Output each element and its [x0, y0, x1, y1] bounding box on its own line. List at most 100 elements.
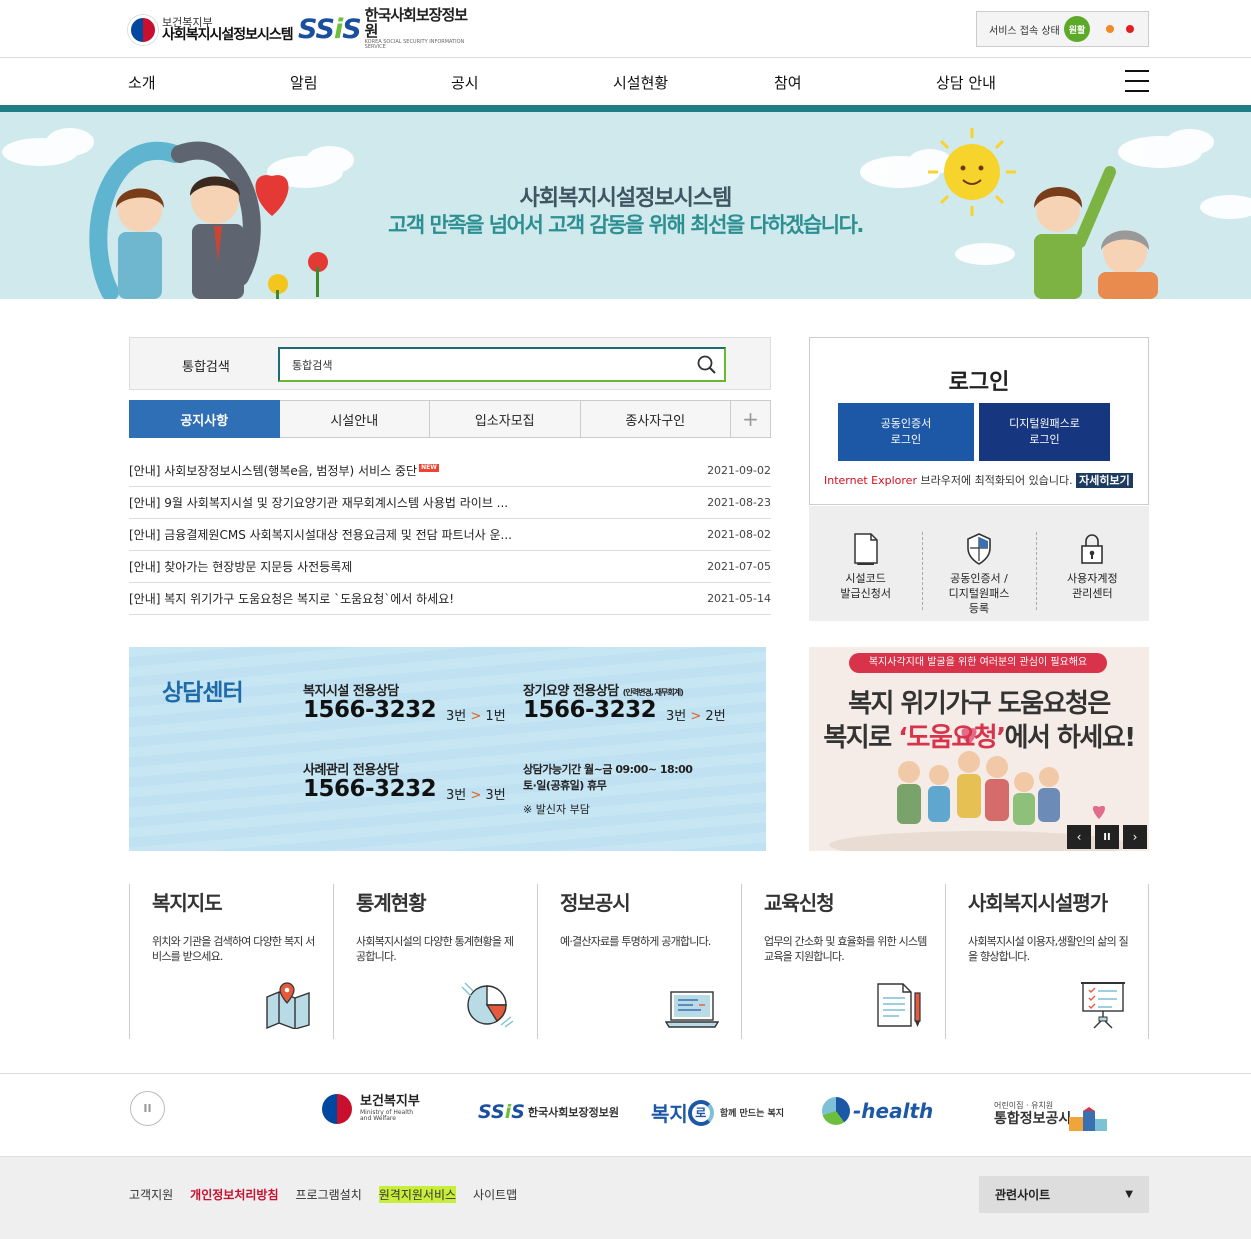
partner-pause-icon[interactable]: II — [130, 1091, 165, 1126]
ssis-logo-english: KOREA SOCIAL SECURITY INFORMATION SERVIC… — [364, 38, 465, 50]
browser-more-button[interactable]: 자세히보기 — [1076, 473, 1133, 488]
notice-title: [안내] 복지 위기가구 도움요청은 복지로 `도움요청`에서 하세요! — [129, 592, 455, 606]
counseling-center: 상담센터 복지시설 전용상담 1566-3232 3번 > 1번 장기요양 전용… — [129, 647, 766, 851]
partner-links: II 보건복지부 Ministry of Health and Welfare … — [0, 1073, 1251, 1156]
partner-ssis[interactable]: SSiS 한국사회보장정보원 — [478, 1101, 619, 1123]
browser-name: Internet Explorer — [824, 474, 917, 487]
pie-chart-icon — [461, 982, 514, 1028]
card-welfare-map[interactable]: 복지지도 위치와 기관을 검색하여 다양한 복지 서비스를 받으세요. — [129, 884, 333, 1039]
card-title: 통계현황 — [356, 891, 427, 915]
welfare-counsel-number[interactable]: 1566-3232 — [303, 697, 437, 723]
partner-bokjiro-sub: 함께 만드는 복지 — [719, 1109, 785, 1119]
quick-label-line2: 디지털원패스 — [948, 586, 1010, 600]
nav-participation[interactable]: 참여 — [774, 72, 802, 93]
banner-title: 사회복지시설정보시스템 — [519, 186, 733, 211]
nav-facility-status[interactable]: 시설현황 — [613, 72, 668, 93]
ssis-logo[interactable]: SSiS 한국사회보장정보원 KOREA SOCIAL SECURITY INF… — [298, 7, 473, 49]
promo-prev-icon[interactable]: ‹ — [1067, 825, 1091, 849]
map-icon — [266, 982, 310, 1029]
list-item[interactable]: [안내] 찾아가는 현장방문 지문등 사전등록제 2021-07-05 — [129, 551, 771, 583]
partner-childcare[interactable]: 어린이집 · 유치원 통합정보공시 — [994, 1097, 1111, 1133]
certificate-login-button[interactable]: 공동인증서 로그인 — [838, 403, 974, 461]
promo-next-icon[interactable]: › — [1123, 825, 1147, 849]
tab-facility-info[interactable]: 시설안내 — [279, 400, 430, 438]
lock-icon — [1081, 534, 1104, 564]
footer-link-remote-support[interactable]: 원격지원서비스 — [378, 1186, 457, 1203]
search-label: 통합검색 — [182, 360, 230, 375]
service-status-label: 서비스 접속 상태 — [989, 25, 1060, 37]
search-input[interactable] — [278, 347, 726, 382]
quick-facility-code[interactable]: 시설코드 발급신청서 — [809, 506, 922, 621]
search-icon[interactable] — [696, 354, 718, 376]
notice-date: 2021-07-05 — [707, 560, 771, 573]
ltc-label-small: (인력변경, 재무회계) — [622, 688, 684, 697]
certificate-login-line1: 공동인증서 — [880, 416, 932, 430]
tab-resident-recruit[interactable]: 입소자모집 — [430, 400, 581, 438]
hamburger-menu-icon[interactable] — [1125, 70, 1149, 92]
promo-pill: 복지사각지대 발굴을 위한 여러분의 관심이 필요해요 — [849, 653, 1107, 673]
card-disclosure[interactable]: 정보공시 예·결산자료를 투명하게 공개합니다. — [537, 884, 741, 1039]
notice-date: 2021-08-02 — [707, 528, 771, 541]
quick-account-center[interactable]: 사용자계정 관리센터 — [1035, 506, 1149, 621]
partner-ssis-mark-b: S — [511, 1101, 525, 1123]
list-item[interactable]: [안내] 복지 위기가구 도움요청은 복지로 `도움요청`에서 하세요! 202… — [129, 583, 771, 615]
shield-icon — [967, 533, 991, 565]
notice-date: 2021-08-23 — [707, 496, 771, 509]
promo-line2-a: 복지로 — [823, 723, 899, 753]
taegeuk-icon — [322, 1094, 352, 1124]
partner-ehealth[interactable]: -health — [822, 1097, 933, 1125]
nav-intro[interactable]: 소개 — [128, 72, 156, 93]
document-pen-icon — [877, 983, 921, 1027]
digital-onepass-login-button[interactable]: 디지털원패스로 로그인 — [979, 403, 1110, 461]
card-description: 예·결산자료를 투명하게 공개합니다. — [560, 935, 711, 948]
card-facility-evaluation[interactable]: 사회복지시설평가 사회복지시설 이용자,생활인의 삶의 질을 향상합니다. — [945, 884, 1149, 1039]
banner-subtitle: 고객 만족을 넘어서 고객 감동을 위해 최선을 다하겠습니다. — [388, 213, 864, 237]
card-statistics[interactable]: 통계현황 사회복지시설의 다양한 통계현황을 제공합니다. — [333, 884, 537, 1039]
mohw-logo[interactable]: 보건복지부 사회복지시설정보시스템 — [128, 12, 294, 48]
promo-line2: 복지로 ‘도움요청’에서 하세요! — [809, 717, 1149, 754]
footer-link-support[interactable]: 고객지원 — [129, 1186, 173, 1203]
card-education[interactable]: 교육신청 업무의 간소화 및 효율화를 위한 시스템 교육을 지원합니다. — [741, 884, 945, 1039]
more-plus-icon[interactable]: + — [731, 400, 771, 438]
card-description: 사회복지시설의 다양한 통계현황을 제공합니다. — [356, 935, 514, 964]
list-item[interactable]: [안내] 사회보장정보시스템(행복e음, 범정부) 서비스 중단 NEW 2021… — [129, 455, 771, 487]
partner-mohw[interactable]: 보건복지부 Ministry of Health and Welfare — [322, 1094, 420, 1124]
quick-label-line1: 사용자계정 — [1067, 572, 1118, 585]
tab-notice[interactable]: 공지사항 — [129, 400, 280, 438]
integrated-search: 통합검색 — [129, 337, 771, 390]
welfare-counsel-extension: 3번 > 1번 — [446, 705, 506, 724]
related-sites-select[interactable]: 관련사이트 ▼ — [979, 1176, 1149, 1213]
card-description: 위치와 기관을 검색하여 다양한 복지 서비스를 받으세요. — [152, 935, 315, 964]
ltc-counsel-extension: 3번 > 2번 — [666, 705, 726, 724]
footer-link-privacy[interactable]: 개인정보처리방침 — [190, 1186, 278, 1203]
nav-consulting[interactable]: 상담 안내 — [936, 72, 996, 93]
notice-title: [안내] 9월 사회복지시설 및 장기요양기관 재무회계시스템 사용법 라이브 … — [129, 496, 509, 510]
footer-link-program-install[interactable]: 프로그램설치 — [296, 1186, 362, 1203]
promo-pause-icon[interactable]: II — [1095, 825, 1119, 849]
footer-link-sitemap[interactable]: 사이트맵 — [473, 1186, 517, 1203]
list-item[interactable]: [안내] 금융결제원CMS 사회복지시설대상 전용요금제 및 전담 파트너사 운… — [129, 519, 771, 551]
case-counsel-number[interactable]: 1566-3232 — [303, 776, 437, 802]
login-title: 로그인 — [948, 370, 1010, 395]
ext-b: 2번 — [705, 709, 726, 724]
partner-bokjiro[interactable]: 복지 로 함께 만드는 복지 — [651, 1098, 784, 1127]
tab-staff-recruit[interactable]: 종사자구인 — [580, 400, 731, 438]
taegeuk-icon — [128, 15, 158, 45]
partner-mohw-name: 보건복지부 — [360, 1094, 420, 1110]
ltc-counsel-number[interactable]: 1566-3232 — [523, 697, 657, 723]
promo-line1: 복지 위기가구 도움요청은 — [848, 689, 1111, 719]
promo-banner[interactable]: 복지사각지대 발굴을 위한 여러분의 관심이 필요해요 복지 위기가구 도움요청… — [809, 647, 1149, 851]
ext-a: 3번 — [446, 709, 467, 724]
service-cards: 복지지도 위치와 기관을 검색하여 다양한 복지 서비스를 받으세요. 통계현황… — [129, 884, 1149, 1039]
partner-childcare-name: 통합정보공시 — [994, 1111, 1072, 1128]
document-icon — [853, 533, 878, 565]
quick-label-line3: 등록 — [968, 601, 990, 615]
quick-certificate-register[interactable]: 공동인증서 / 디지털원패스 등록 — [922, 506, 1035, 621]
nav-disclosure[interactable]: 공시 — [451, 72, 479, 93]
nav-notice[interactable]: 알림 — [290, 72, 318, 93]
list-item[interactable]: [안내] 9월 사회복지시설 및 장기요양기관 재무회계시스템 사용법 라이브 … — [129, 487, 771, 519]
notice-title: [안내] 찾아가는 현장방문 지문등 사전등록제 — [129, 560, 353, 574]
new-badge: NEW — [419, 464, 439, 472]
service-status-box: 서비스 접속 상태 원활 — [976, 11, 1149, 47]
ssis-logo-mark-b: S — [342, 13, 361, 45]
